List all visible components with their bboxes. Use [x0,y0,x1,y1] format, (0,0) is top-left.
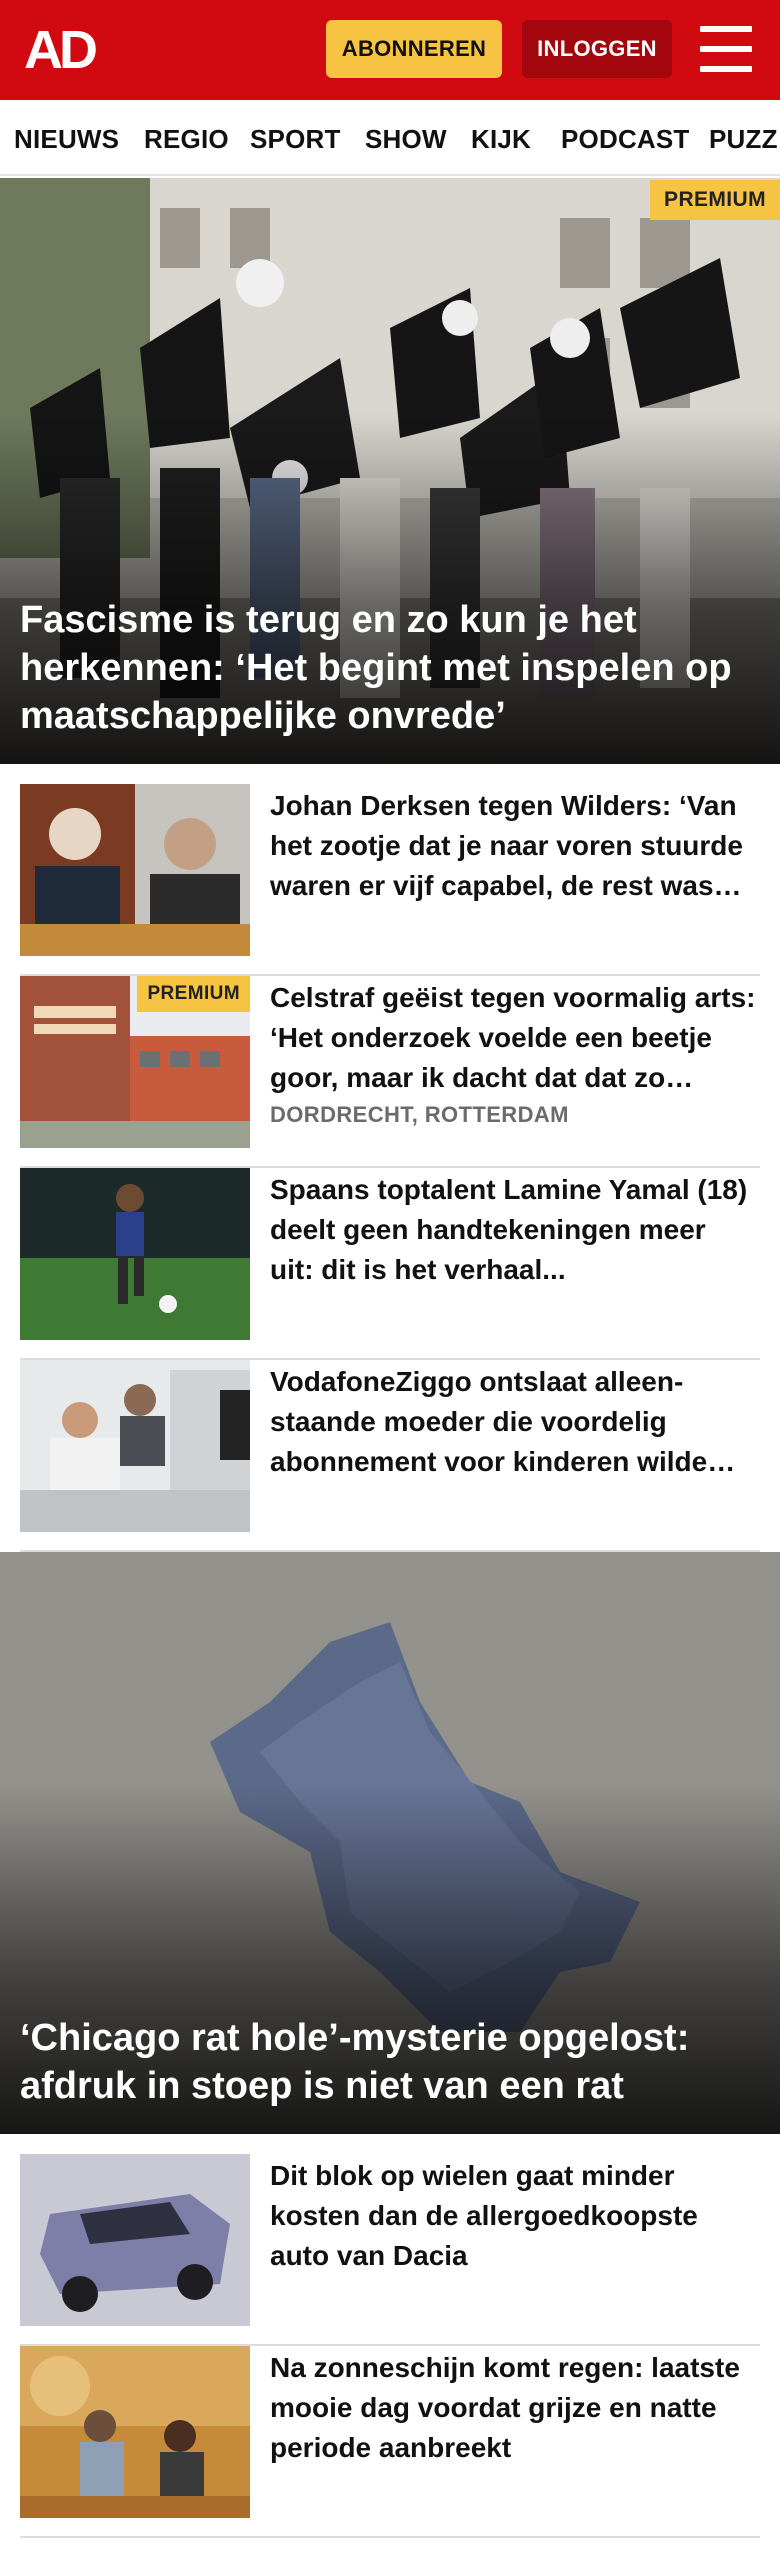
article-zonneschijn-regen[interactable]: Na zonneschijn komt regen: laatste mooie… [20,2346,760,2538]
subscribe-button[interactable]: ABONNEREN [326,20,502,78]
login-button[interactable]: INLOGGEN [522,20,672,78]
article-lamine-yamal[interactable]: Spaans toptalent Lamine Yamal (18) deelt… [20,1168,760,1360]
article-thumbnail [20,1360,250,1532]
article-title: Celstraf geëist tegen voormalig arts: ‘H… [270,982,756,1093]
article-thumbnail [20,2346,250,2518]
nav-item-podcast[interactable]: PODCAST [561,124,690,155]
article-blok-op-wielen[interactable]: Dit blok op wielen gaat minder kosten da… [20,2154,760,2346]
nav-item-kijk[interactable]: KIJK [471,124,531,155]
nav-item-regio[interactable]: REGIO [144,124,229,155]
article-vodafoneziggo[interactable]: VodafoneZiggo ontslaat alleen­staande mo… [20,1360,760,1552]
hero-headline: ‘Chicago rat hole’-mysterie opgelost: af… [20,2017,690,2107]
article-location: DORDRECHT, ROTTERDAM [270,1102,569,1127]
nav-item-puzzel[interactable]: PUZZ [709,124,778,155]
section-nav: NIEUWS REGIO SPORT SHOW KIJK PODCAST PUZ… [0,100,780,176]
hero-article-fascism[interactable]: PREMIUM Fascisme is terug en zo kun je h… [0,178,780,764]
article-thumbnail [20,1168,250,1340]
article-title: Spaans toptalent Lamine Yamal (18) deelt… [270,1174,748,1285]
article-thumbnail [20,2154,250,2326]
nav-item-show[interactable]: SHOW [365,124,447,155]
article-celstraf-arts[interactable]: PREMIUM Celstraf geëist tegen voormalig … [20,976,760,1168]
ad-logo[interactable]: AD [24,22,120,78]
hero-article-rat-hole[interactable]: ‘Chicago rat hole’-mysterie opgelost: af… [0,1552,780,2134]
premium-badge: PREMIUM [137,976,250,1012]
article-title: VodafoneZiggo ontslaat alleen­staande mo… [270,1366,708,1477]
article-thumbnail: PREMIUM [20,976,250,1148]
article-title: Johan Derksen tegen Wilders: ‘Van het zo… [270,790,743,901]
article-derksen-wilders[interactable]: Johan Derksen tegen Wilders: ‘Van het zo… [20,784,760,976]
hero-headline: Fascisme is terug en zo kun je het herke… [20,599,732,737]
nav-item-sport[interactable]: SPORT [250,124,341,155]
nav-item-nieuws[interactable]: NIEUWS [14,124,119,155]
article-thumbnail [20,784,250,956]
article-title: Dit blok op wielen gaat minder kosten da… [270,2160,698,2271]
article-title: Na zonneschijn komt regen: laatste mooie… [270,2352,740,2463]
hamburger-menu-icon[interactable] [700,26,752,72]
logo-text: AD [24,20,98,80]
premium-badge: PREMIUM [650,180,780,220]
site-header: AD ABONNEREN INLOGGEN [0,0,780,100]
